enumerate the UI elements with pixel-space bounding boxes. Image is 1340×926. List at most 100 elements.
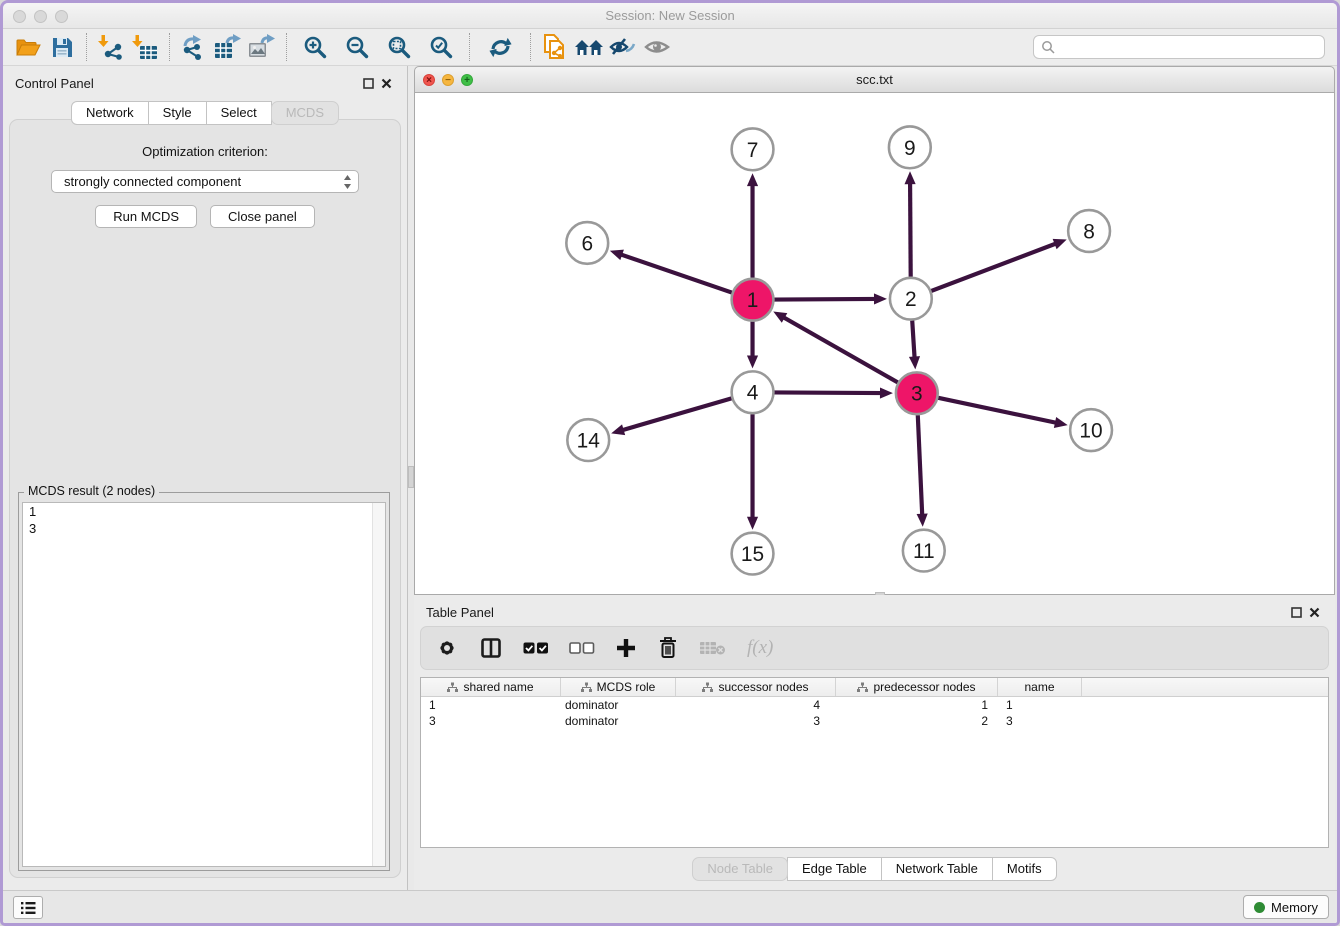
search-field[interactable]	[1033, 35, 1325, 59]
edge-4-14[interactable]	[621, 398, 732, 430]
show-columns-icon[interactable]	[479, 635, 503, 661]
network-graph[interactable]: 7968124314101511	[415, 93, 1334, 594]
tab-node-table[interactable]: Node Table	[692, 857, 788, 881]
cell-successor-nodes[interactable]: 3	[676, 713, 836, 729]
close-panel-button[interactable]: Close panel	[210, 205, 315, 228]
node-label-8: 8	[1083, 220, 1095, 243]
memory-status-icon	[1254, 902, 1265, 913]
app-titlebar: Session: New Session	[3, 3, 1337, 29]
list-icon	[20, 901, 36, 915]
cell-predecessor-nodes[interactable]: 1	[836, 697, 998, 713]
unselect-all-columns-icon[interactable]	[569, 635, 595, 661]
status-bar: Memory	[3, 890, 1337, 923]
open-session-icon[interactable]	[11, 32, 45, 62]
float-panel-icon[interactable]	[359, 75, 377, 91]
run-mcds-button[interactable]: Run MCDS	[95, 205, 197, 228]
network-canvas[interactable]: 7968124314101511	[414, 93, 1335, 595]
result-scrollbar[interactable]	[372, 503, 385, 866]
import-table-icon[interactable]	[128, 32, 162, 62]
task-history-button[interactable]	[13, 896, 43, 919]
edge-1-6[interactable]	[619, 254, 732, 293]
zoom-selected-icon[interactable]	[424, 32, 458, 62]
column-tree-icon	[857, 682, 868, 693]
toolbar-separator	[169, 33, 170, 61]
search-input[interactable]	[1059, 37, 1324, 57]
tab-select[interactable]: Select	[206, 101, 272, 125]
zoom-out-icon[interactable]	[340, 32, 374, 62]
edge-arrow-1-4	[747, 355, 758, 368]
dropdown-stepper-icon	[343, 174, 352, 190]
edge-arrow-3-11	[917, 514, 928, 527]
cell-predecessor-nodes[interactable]: 2	[836, 713, 998, 729]
cell-mcds-role[interactable]: dominator	[561, 713, 676, 729]
column-label: predecessor nodes	[873, 680, 975, 694]
import-network-icon[interactable]	[94, 32, 128, 62]
edge-3-10[interactable]	[938, 398, 1058, 423]
edge-arrow-3-10	[1054, 417, 1068, 428]
node-label-9: 9	[904, 137, 916, 160]
mcds-tab-panel: Optimization criterion: strongly connect…	[9, 119, 401, 878]
edge-arrow-4-3	[880, 387, 893, 398]
tab-edge-table[interactable]: Edge Table	[787, 857, 882, 881]
cell-shared-name[interactable]: 3	[421, 713, 561, 729]
vertical-splitter[interactable]	[407, 66, 414, 890]
tab-motifs[interactable]: Motifs	[992, 857, 1057, 881]
show-all-networks-icon[interactable]	[572, 32, 606, 62]
toolbar-separator	[530, 33, 531, 61]
table-panel-title: Table Panel	[426, 605, 494, 620]
clone-network-icon[interactable]	[538, 32, 572, 62]
cell-name[interactable]: 1	[998, 697, 1082, 713]
mcds-result-list[interactable]: 13	[22, 502, 386, 867]
control-panel-title: Control Panel	[15, 76, 94, 91]
node-table[interactable]: shared nameMCDS rolesuccessor nodes prede…	[420, 677, 1329, 848]
tab-network-table[interactable]: Network Table	[881, 857, 993, 881]
column-header-shared-name[interactable]: shared name	[421, 678, 561, 696]
table-row[interactable]: 1dominator411	[421, 697, 1328, 713]
memory-button[interactable]: Memory	[1243, 895, 1329, 919]
cell-shared-name[interactable]: 1	[421, 697, 561, 713]
edge-2-3[interactable]	[912, 321, 914, 360]
tab-network[interactable]: Network	[71, 101, 149, 125]
node-label-4: 4	[747, 382, 759, 405]
column-header-mcds-role[interactable]: MCDS role	[561, 678, 676, 696]
edge-2-9[interactable]	[910, 181, 911, 277]
zoom-fit-icon[interactable]	[382, 32, 416, 62]
save-session-icon[interactable]	[45, 32, 79, 62]
hide-graphics-details-icon[interactable]	[606, 32, 640, 62]
close-table-panel-icon[interactable]	[1305, 604, 1323, 620]
edge-1-2[interactable]	[774, 299, 877, 300]
export-table-icon[interactable]	[211, 32, 245, 62]
apply-layout-icon[interactable]	[483, 32, 517, 62]
add-column-icon[interactable]	[615, 635, 637, 661]
search-icon	[1041, 40, 1055, 54]
tab-style[interactable]: Style	[148, 101, 207, 125]
column-header-name[interactable]: name	[998, 678, 1082, 696]
column-header-successor-nodes[interactable]: successor nodes	[676, 678, 836, 696]
criterion-dropdown[interactable]: strongly connected component	[51, 170, 359, 193]
delete-table-icon	[699, 635, 727, 661]
table-row[interactable]: 3dominator323	[421, 713, 1328, 729]
node-label-3: 3	[911, 383, 923, 406]
network-window-titlebar[interactable]: × − + scc.txt	[414, 66, 1335, 93]
cell-successor-nodes[interactable]: 4	[676, 697, 836, 713]
table-settings-gear-icon[interactable]	[435, 635, 459, 661]
export-network-icon[interactable]	[177, 32, 211, 62]
tab-mcds[interactable]: MCDS	[271, 101, 339, 125]
zoom-in-icon[interactable]	[298, 32, 332, 62]
close-panel-icon[interactable]	[377, 75, 395, 91]
float-table-panel-icon[interactable]	[1287, 604, 1305, 620]
edge-3-11[interactable]	[918, 415, 923, 517]
cell-name[interactable]: 3	[998, 713, 1082, 729]
edge-4-3[interactable]	[774, 392, 883, 393]
edge-3-1[interactable]	[782, 316, 898, 382]
cell-mcds-role[interactable]: dominator	[561, 697, 676, 713]
column-tree-icon	[581, 682, 592, 693]
edge-2-8[interactable]	[931, 243, 1057, 291]
edge-arrow-2-3	[909, 356, 920, 369]
select-all-columns-icon[interactable]	[523, 635, 549, 661]
delete-columns-icon[interactable]	[657, 635, 679, 661]
level-of-detail-eye-icon[interactable]	[640, 32, 674, 62]
column-header-predecessor-nodes[interactable]: predecessor nodes	[836, 678, 998, 696]
node-label-15: 15	[741, 543, 764, 566]
export-image-icon[interactable]	[245, 32, 279, 62]
